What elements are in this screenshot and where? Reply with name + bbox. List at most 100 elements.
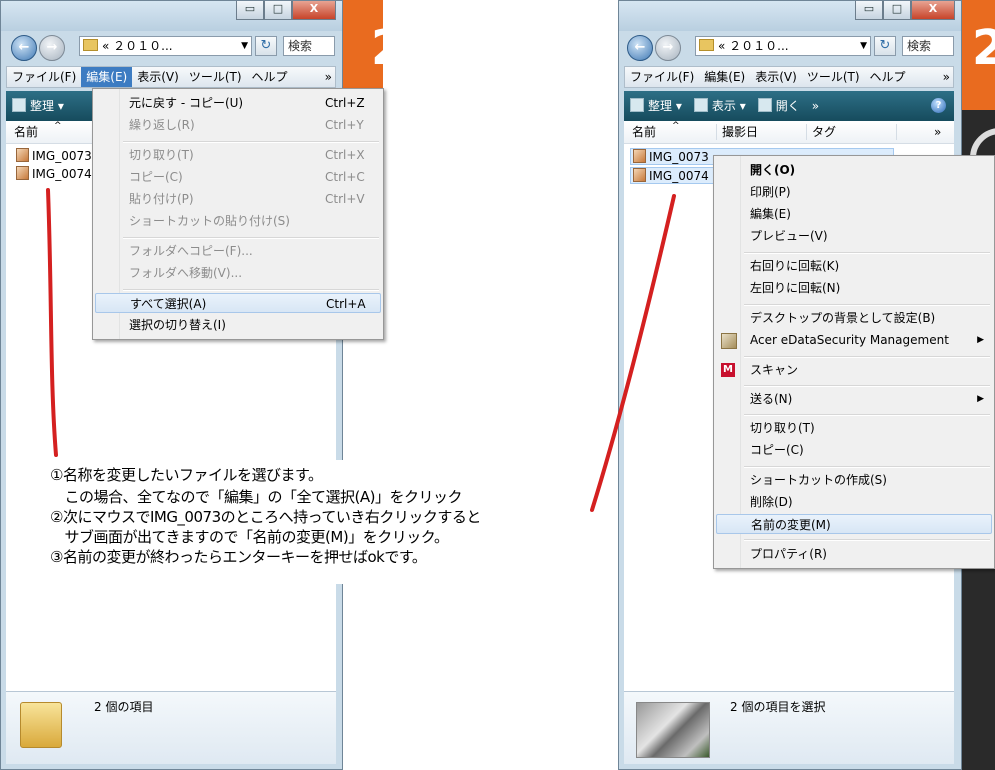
toolbar-more-chevron[interactable]: » bbox=[806, 91, 825, 121]
menu-view[interactable]: 表示(V) bbox=[132, 67, 184, 87]
title-bar: ▭ □ X bbox=[619, 1, 961, 31]
search-input[interactable]: 検索 bbox=[902, 36, 954, 56]
context-item-open[interactable]: 開く(O) bbox=[716, 160, 992, 180]
address-text: « ２０１０... bbox=[102, 39, 173, 53]
menu-item-label: フォルダへ移動(V)... bbox=[129, 266, 243, 280]
menu-item-paste-shortcut[interactable]: ショートカットの貼り付け(S) bbox=[95, 211, 381, 231]
menu-help[interactable]: ヘルプ bbox=[247, 67, 293, 87]
menu-separator bbox=[123, 141, 379, 143]
menu-item-paste[interactable]: 貼り付け(P) Ctrl+V bbox=[95, 189, 381, 209]
status-text: 2 個の項目 bbox=[94, 700, 154, 714]
back-button[interactable]: ← bbox=[11, 35, 37, 61]
menu-more-chevron[interactable]: » bbox=[940, 67, 953, 87]
close-button[interactable]: X bbox=[911, 1, 955, 20]
menu-item-copy[interactable]: コピー(C) Ctrl+C bbox=[95, 167, 381, 187]
menu-edit[interactable]: 編集(E) bbox=[699, 67, 750, 87]
chevron-down-icon[interactable]: ▼ bbox=[860, 37, 867, 55]
refresh-icon: ↻ bbox=[260, 38, 272, 53]
open-app-icon bbox=[757, 98, 772, 112]
context-item-send-to[interactable]: 送る(N) ▶ bbox=[716, 389, 992, 409]
views-icon bbox=[693, 98, 708, 112]
open-button[interactable]: 開く bbox=[752, 91, 806, 121]
menu-item-label: 切り取り(T) bbox=[750, 421, 815, 435]
context-item-acer-edatasecurity[interactable]: Acer eDataSecurity Management ▶ bbox=[716, 330, 992, 350]
minimize-button[interactable]: ▭ bbox=[236, 1, 264, 20]
menu-item-label: 印刷(P) bbox=[750, 185, 791, 199]
context-item-edit[interactable]: 編集(E) bbox=[716, 204, 992, 224]
caption-buttons: ▭ □ X bbox=[236, 1, 336, 21]
maximize-button[interactable]: □ bbox=[883, 1, 911, 20]
address-bar[interactable]: « ２０１０... ▼ bbox=[695, 36, 871, 56]
columns-more-chevron[interactable]: » bbox=[934, 121, 941, 143]
context-item-print[interactable]: 印刷(P) bbox=[716, 182, 992, 202]
context-item-cut[interactable]: 切り取り(T) bbox=[716, 418, 992, 438]
menu-help[interactable]: ヘルプ bbox=[865, 67, 911, 87]
search-input[interactable]: 検索 bbox=[283, 36, 335, 56]
help-icon[interactable]: ? bbox=[931, 98, 946, 113]
column-tags[interactable]: タグ bbox=[812, 121, 836, 143]
address-bar[interactable]: « ２０１０... ▼ bbox=[79, 36, 252, 56]
menu-item-undo[interactable]: 元に戻す - コピー(U) Ctrl+Z bbox=[95, 93, 381, 113]
menu-item-label: 名前の変更(M) bbox=[751, 518, 831, 532]
context-item-properties[interactable]: プロパティ(R) bbox=[716, 544, 992, 564]
column-header: 名前 ^ 撮影日 タグ » bbox=[624, 121, 954, 144]
menu-item-label: 切り取り(T) bbox=[129, 148, 194, 162]
menu-item-invert-selection[interactable]: 選択の切り替え(I) bbox=[95, 315, 381, 335]
menu-separator bbox=[123, 237, 379, 239]
context-item-rename[interactable]: 名前の変更(M) bbox=[716, 514, 992, 534]
file-item[interactable]: IMG_0074 bbox=[14, 166, 92, 183]
back-button[interactable]: ← bbox=[627, 35, 653, 61]
menu-more-chevron[interactable]: » bbox=[322, 67, 335, 87]
context-item-create-shortcut[interactable]: ショートカットの作成(S) bbox=[716, 470, 992, 490]
context-item-scan[interactable]: M スキャン bbox=[716, 360, 992, 380]
menu-item-cut[interactable]: 切り取り(T) Ctrl+X bbox=[95, 145, 381, 165]
refresh-button[interactable]: ↻ bbox=[255, 36, 277, 56]
menu-item-label: 編集(E) bbox=[750, 207, 791, 221]
image-file-icon bbox=[16, 148, 29, 162]
context-item-rotate-left[interactable]: 左回りに回転(N) bbox=[716, 278, 992, 298]
menu-file[interactable]: ファイル(F) bbox=[7, 67, 81, 87]
chevron-down-icon[interactable]: ▼ bbox=[241, 37, 248, 55]
column-name[interactable]: 名前 bbox=[632, 121, 656, 143]
menu-tools[interactable]: ツール(T) bbox=[802, 67, 865, 87]
menu-item-label: すべて選択(A) bbox=[130, 297, 207, 311]
refresh-button[interactable]: ↻ bbox=[874, 36, 896, 56]
minimize-button[interactable]: ▭ bbox=[855, 1, 883, 20]
file-item[interactable]: IMG_0073 bbox=[14, 148, 92, 165]
context-item-set-background[interactable]: デスクトップの背景として設定(B) bbox=[716, 308, 992, 328]
menu-view[interactable]: 表示(V) bbox=[750, 67, 802, 87]
column-name[interactable]: 名前 bbox=[14, 121, 38, 143]
menu-item-label: プロパティ(R) bbox=[750, 547, 827, 561]
forward-arrow-icon: → bbox=[46, 40, 58, 55]
context-item-preview[interactable]: プレビュー(V) bbox=[716, 226, 992, 246]
menu-item-redo[interactable]: 繰り返し(R) Ctrl+Y bbox=[95, 115, 381, 135]
maximize-button[interactable]: □ bbox=[264, 1, 292, 20]
menu-item-label: 繰り返し(R) bbox=[129, 118, 195, 132]
open-label: 開く bbox=[775, 99, 800, 113]
view-button[interactable]: 表示 ▾ bbox=[688, 91, 752, 121]
menu-item-select-all[interactable]: すべて選択(A) Ctrl+A bbox=[95, 293, 381, 313]
menu-separator bbox=[744, 252, 990, 254]
column-date-taken[interactable]: 撮影日 bbox=[722, 121, 758, 143]
forward-button[interactable]: → bbox=[39, 35, 65, 61]
image-file-icon bbox=[633, 168, 646, 182]
menu-edit[interactable]: 編集(E) bbox=[81, 67, 133, 87]
context-item-copy[interactable]: コピー(C) bbox=[716, 440, 992, 460]
menu-item-label: Acer eDataSecurity Management bbox=[750, 333, 949, 347]
menu-tools[interactable]: ツール(T) bbox=[184, 67, 247, 87]
menu-item-move-to-folder[interactable]: フォルダへ移動(V)... bbox=[95, 263, 381, 283]
context-item-rotate-right[interactable]: 右回りに回転(K) bbox=[716, 256, 992, 276]
menu-file[interactable]: ファイル(F) bbox=[625, 67, 699, 87]
folder-icon bbox=[699, 39, 714, 51]
address-text: « ２０１０... bbox=[718, 39, 789, 53]
back-arrow-icon: ← bbox=[634, 40, 646, 55]
menu-item-copy-to-folder[interactable]: フォルダへコピー(F)... bbox=[95, 241, 381, 261]
menu-separator bbox=[744, 539, 990, 541]
sort-caret-icon: ^ bbox=[54, 121, 62, 131]
context-item-delete[interactable]: 削除(D) bbox=[716, 492, 992, 512]
forward-button[interactable]: → bbox=[655, 35, 681, 61]
background-orange-panel: 2 bbox=[343, 0, 404, 100]
menu-item-label: ショートカットの貼り付け(S) bbox=[129, 214, 290, 228]
close-button[interactable]: X bbox=[292, 1, 336, 20]
menu-item-label: コピー(C) bbox=[750, 443, 804, 457]
